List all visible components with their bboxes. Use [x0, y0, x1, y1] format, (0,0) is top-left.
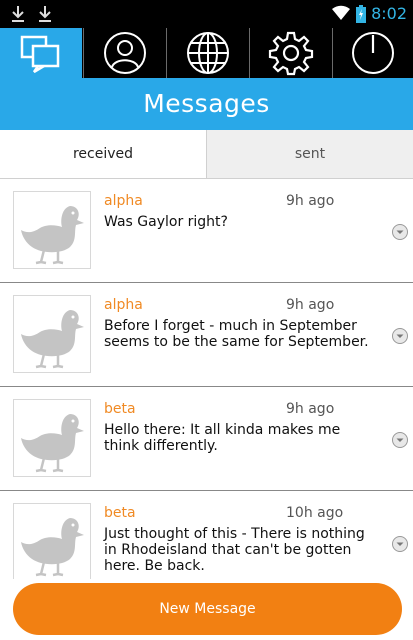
battery-icon: [356, 5, 366, 23]
list-item[interactable]: beta 10h ago Just thought of this - Ther…: [0, 491, 413, 579]
duck-avatar-icon: [21, 414, 84, 473]
duck-avatar-icon: [21, 310, 84, 369]
power-icon: [352, 32, 394, 74]
tab-received[interactable]: received: [0, 130, 206, 178]
duck-avatar-icon: [21, 518, 84, 577]
chevron-down-icon[interactable]: [391, 535, 409, 553]
list-item[interactable]: alpha 9h ago Before I forget - much in S…: [0, 283, 413, 387]
message-text: Was Gaylor right?: [104, 214, 228, 230]
message-text: Hello there: It all kinda makes me think…: [104, 422, 341, 454]
list-item[interactable]: beta 9h ago Hello there: It all kinda ma…: [0, 387, 413, 491]
profile-icon: [104, 32, 146, 74]
tab-power[interactable]: [333, 28, 413, 78]
message-filter-segments: received sent: [0, 130, 413, 179]
message-time: 9h ago: [286, 297, 335, 313]
tab-profile[interactable]: [84, 28, 166, 78]
chevron-down-icon[interactable]: [391, 223, 409, 241]
tab-messages[interactable]: [0, 28, 82, 78]
clock: 8:02: [371, 4, 407, 23]
chevron-down-icon[interactable]: [391, 431, 409, 449]
list-item[interactable]: alpha 9h ago Was Gaylor right?: [0, 179, 413, 283]
globe-icon: [187, 32, 229, 74]
message-time: 10h ago: [286, 505, 344, 521]
status-bar: 8:02: [0, 0, 413, 28]
tab-sent[interactable]: sent: [206, 130, 413, 178]
messages-icon: [20, 35, 60, 73]
message-sender: beta: [104, 505, 136, 521]
tab-settings[interactable]: [250, 28, 332, 78]
message-text: Just thought of this - There is nothing …: [104, 526, 365, 574]
message-list[interactable]: alpha 9h ago Was Gaylor right? alpha 9h …: [0, 179, 413, 579]
duck-avatar-icon: [21, 206, 84, 265]
new-message-button[interactable]: New Message: [13, 583, 402, 635]
download-notification-icon: [12, 6, 24, 22]
download-notification-icon: [39, 6, 51, 22]
message-time: 9h ago: [286, 193, 335, 209]
avatar: [13, 399, 91, 477]
avatar: [13, 191, 91, 269]
tab-globe[interactable]: [167, 28, 249, 78]
settings-gear-icon: [268, 31, 314, 76]
top-tab-bar: [0, 28, 413, 78]
message-sender: beta: [104, 401, 136, 417]
chevron-down-icon[interactable]: [391, 327, 409, 345]
message-time: 9h ago: [286, 401, 335, 417]
page-header: Messages: [0, 78, 413, 130]
avatar: [13, 295, 91, 373]
page-title: Messages: [143, 89, 270, 118]
avatar: [13, 503, 91, 579]
wifi-icon: [332, 5, 350, 21]
message-sender: alpha: [104, 193, 143, 209]
message-text: Before I forget - much in September seem…: [104, 318, 369, 350]
message-sender: alpha: [104, 297, 143, 313]
